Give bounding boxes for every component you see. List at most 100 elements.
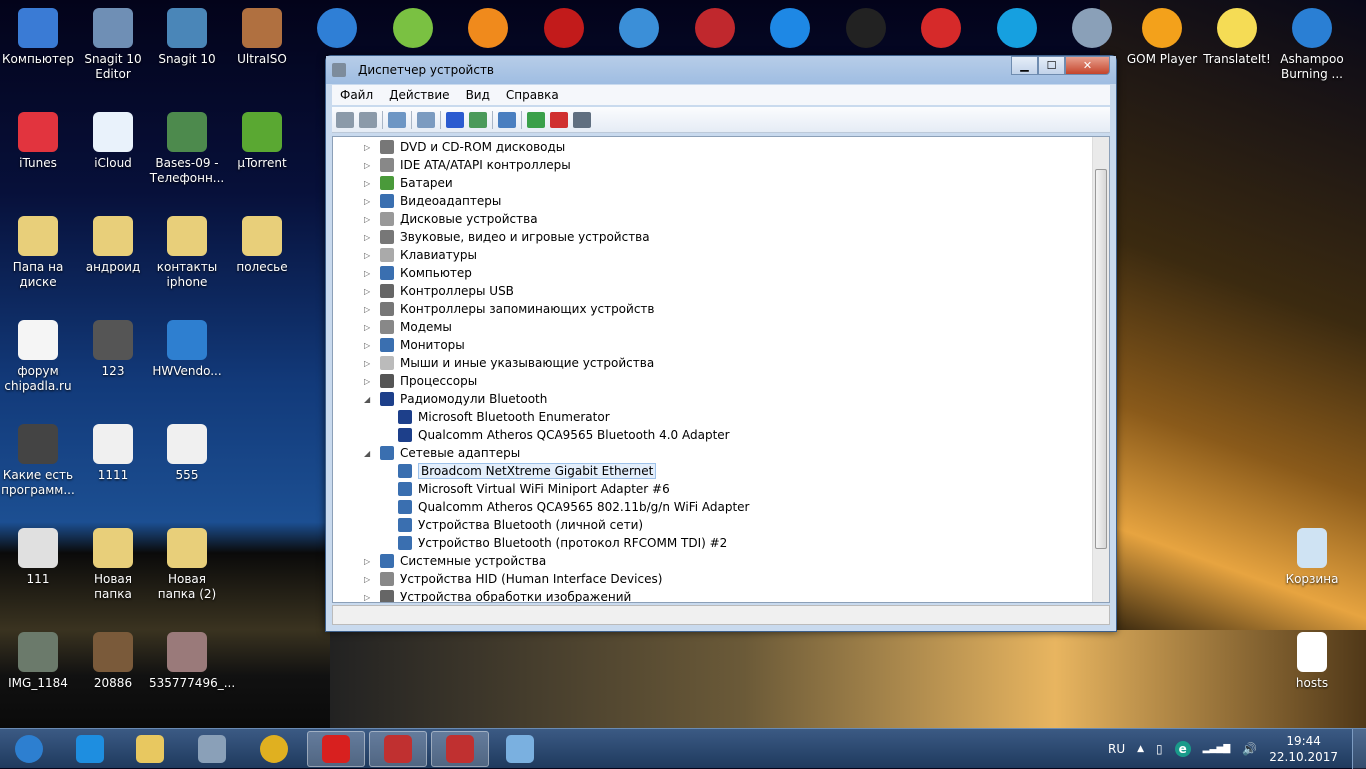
- taskbar-device-manager[interactable]: [369, 731, 427, 767]
- show-hide-console-tree-button[interactable]: [388, 111, 406, 128]
- close-button[interactable]: ✕: [1065, 56, 1110, 75]
- language-indicator[interactable]: RU: [1108, 742, 1125, 756]
- device-item[interactable]: Microsoft Bluetooth Enumerator: [398, 408, 610, 426]
- expand-arrow-icon[interactable]: ▷: [364, 251, 374, 260]
- help-button[interactable]: [446, 111, 464, 128]
- menu-item[interactable]: Файл: [332, 88, 381, 102]
- expand-arrow-icon[interactable]: ▷: [364, 233, 374, 242]
- taskbar-opera[interactable]: [307, 731, 365, 767]
- collapse-arrow-icon[interactable]: ◢: [364, 449, 374, 458]
- eset-icon[interactable]: e: [1174, 741, 1191, 757]
- device-category[interactable]: ◢ Радиомодули Bluetooth: [364, 390, 547, 408]
- device-category[interactable]: ◢ Сетевые адаптеры: [364, 444, 520, 462]
- desktop-icon[interactable]: Новая папка (2): [149, 528, 225, 602]
- desktop-icon[interactable]: Snagit 10 Editor: [75, 8, 151, 82]
- desktop-icon[interactable]: контакты iphone: [149, 216, 225, 290]
- expand-arrow-icon[interactable]: ▷: [364, 593, 374, 602]
- battery-icon[interactable]: ▯: [1156, 742, 1163, 756]
- desktop-icon[interactable]: UltraISO: [224, 8, 300, 67]
- desktop-icon[interactable]: 123: [75, 320, 151, 379]
- volume-icon[interactable]: 🔊: [1242, 742, 1257, 756]
- taskbar-windows-explorer[interactable]: [121, 731, 179, 767]
- taskbar-internet-explorer[interactable]: [61, 731, 119, 767]
- device-category[interactable]: ▷ Звуковые, видео и игровые устройства: [364, 228, 650, 246]
- expand-arrow-icon[interactable]: ▷: [364, 215, 374, 224]
- back-button[interactable]: [336, 111, 354, 128]
- taskbar-start-button[interactable]: [0, 731, 58, 767]
- device-category[interactable]: ▷ Процессоры: [364, 372, 477, 390]
- desktop-icon[interactable]: Snagit 10: [149, 8, 225, 67]
- desktop-icon[interactable]: [450, 8, 526, 52]
- device-item[interactable]: Qualcomm Atheros QCA9565 802.11b/g/n WiF…: [398, 498, 749, 516]
- device-category[interactable]: ▷ Устройства HID (Human Interface Devices…: [364, 570, 662, 588]
- expand-arrow-icon[interactable]: ▷: [364, 269, 374, 278]
- expand-arrow-icon[interactable]: ▷: [364, 143, 374, 152]
- desktop-icon[interactable]: TranslateIt!: [1199, 8, 1275, 67]
- desktop-icon[interactable]: HWVendo...: [149, 320, 225, 379]
- maximize-button[interactable]: ☐: [1038, 56, 1065, 75]
- desktop-icon[interactable]: [601, 8, 677, 52]
- desktop-icon[interactable]: [375, 8, 451, 52]
- collapse-arrow-icon[interactable]: ◢: [364, 395, 374, 404]
- desktop-icon[interactable]: [828, 8, 904, 52]
- expand-arrow-icon[interactable]: ▷: [364, 341, 374, 350]
- expand-arrow-icon[interactable]: ▷: [364, 377, 374, 386]
- device-category[interactable]: ▷ Компьютер: [364, 264, 472, 282]
- device-item[interactable]: Устройства Bluetooth (личной сети): [398, 516, 643, 534]
- properties-button[interactable]: [417, 111, 435, 128]
- device-item[interactable]: Устройство Bluetooth (протокол RFCOMM TD…: [398, 534, 727, 552]
- vertical-scrollbar[interactable]: [1092, 137, 1109, 602]
- desktop-icon[interactable]: 535777496_...: [149, 632, 235, 691]
- desktop-icon[interactable]: андроид: [75, 216, 151, 275]
- expand-arrow-icon[interactable]: ▷: [364, 323, 374, 332]
- desktop-icon[interactable]: [526, 8, 602, 52]
- uninstall-device-button[interactable]: [573, 111, 591, 128]
- device-category[interactable]: ▷ Мониторы: [364, 336, 465, 354]
- desktop-icon[interactable]: [677, 8, 753, 52]
- desktop-icon[interactable]: Новая папка: [75, 528, 151, 602]
- expand-arrow-icon[interactable]: ▷: [364, 557, 374, 566]
- scrollbar-thumb[interactable]: [1095, 169, 1107, 549]
- menu-item[interactable]: Вид: [458, 88, 498, 102]
- device-category[interactable]: ▷ IDE ATA/ATAPI контроллеры: [364, 156, 571, 174]
- desktop-icon[interactable]: полесье: [224, 216, 300, 275]
- device-category[interactable]: ▷ DVD и CD-ROM дисководы: [364, 138, 565, 156]
- device-item[interactable]: Microsoft Virtual WiFi Miniport Adapter …: [398, 480, 670, 498]
- taskbar-calculator[interactable]: [183, 731, 241, 767]
- expand-arrow-icon[interactable]: ▷: [364, 197, 374, 206]
- network-signal-icon[interactable]: ▂▃▅▇: [1203, 744, 1231, 754]
- desktop-icon[interactable]: GOM Player: [1124, 8, 1200, 67]
- device-category[interactable]: ▷ Клавиатуры: [364, 246, 477, 264]
- show-desktop-button[interactable]: [1352, 729, 1366, 769]
- expand-arrow-icon[interactable]: ▷: [364, 305, 374, 314]
- update-driver-button[interactable]: [527, 111, 545, 128]
- device-item[interactable]: Qualcomm Atheros QCA9565 Bluetooth 4.0 A…: [398, 426, 730, 444]
- device-category[interactable]: ▷ Видеоадаптеры: [364, 192, 501, 210]
- desktop-icon[interactable]: Какие есть программ...: [0, 424, 76, 498]
- desktop-icon[interactable]: µTorrent: [224, 112, 300, 171]
- show-hidden-icons-button[interactable]: ▲: [1137, 744, 1144, 754]
- desktop-icon[interactable]: [979, 8, 1055, 52]
- device-item[interactable]: Broadcom NetXtreme Gigabit Ethernet: [398, 462, 657, 480]
- taskbar-paint[interactable]: [491, 731, 549, 767]
- taskbar-device-manager-2[interactable]: [431, 731, 489, 767]
- desktop-icon[interactable]: IMG_1184: [0, 632, 76, 691]
- desktop-icon[interactable]: Корзина: [1274, 528, 1350, 587]
- expand-arrow-icon[interactable]: ▷: [364, 287, 374, 296]
- device-category[interactable]: ▷ Системные устройства: [364, 552, 546, 570]
- expand-arrow-icon[interactable]: ▷: [364, 161, 374, 170]
- menu-item[interactable]: Справка: [498, 88, 567, 102]
- device-category[interactable]: ▷ Модемы: [364, 318, 452, 336]
- device-category[interactable]: ▷ Контроллеры запоминающих устройств: [364, 300, 654, 318]
- device-category[interactable]: ▷ Батареи: [364, 174, 453, 192]
- desktop-icon[interactable]: 555: [149, 424, 225, 483]
- minimize-button[interactable]: ▁: [1011, 56, 1038, 75]
- desktop-icon[interactable]: iCloud: [75, 112, 151, 171]
- desktop-icon[interactable]: iTunes: [0, 112, 76, 171]
- desktop-icon[interactable]: 1111: [75, 424, 151, 483]
- clock[interactable]: 19:44 22.10.2017: [1269, 733, 1338, 765]
- desktop-icon[interactable]: форум chipadla.ru: [0, 320, 76, 394]
- desktop-icon[interactable]: [903, 8, 979, 52]
- desktop-icon[interactable]: 111: [0, 528, 76, 587]
- expand-arrow-icon[interactable]: ▷: [364, 359, 374, 368]
